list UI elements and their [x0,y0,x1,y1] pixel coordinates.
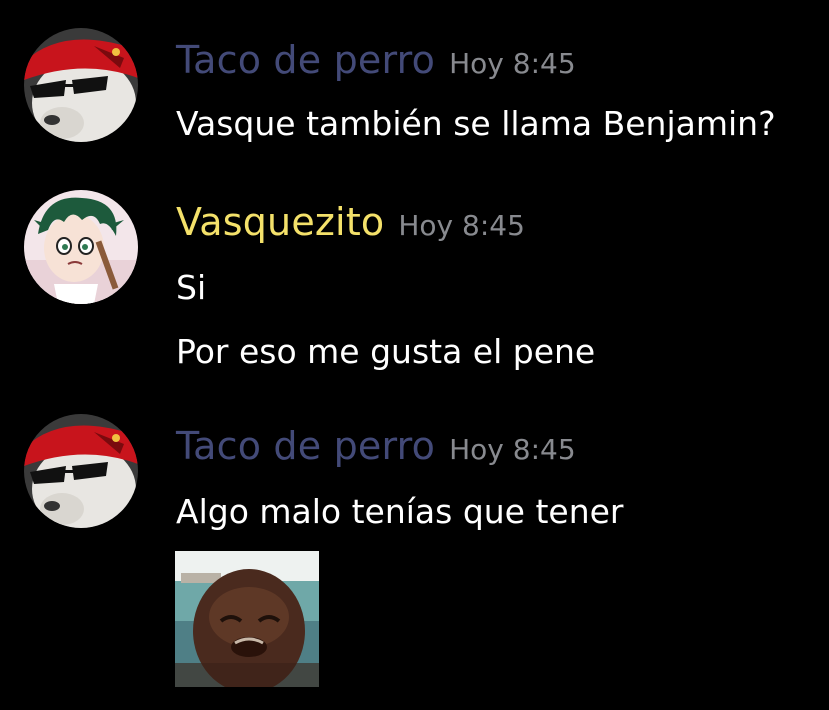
image-attachment[interactable] [175,551,319,687]
message-text: Si [176,268,207,307]
message-header: Taco de perro Hoy 8:45 [176,38,576,82]
dog-with-sunglasses-and-red-cap-avatar-icon [24,414,138,528]
message-text: Algo malo tenías que tener [176,492,624,531]
chat-log: Taco de perro Hoy 8:45 Vasque también se … [0,0,829,710]
message-header: Vasquezito Hoy 8:45 [176,200,525,244]
username[interactable]: Taco de perro [176,38,435,82]
message-header: Taco de perro Hoy 8:45 [176,424,576,468]
dog-with-sunglasses-and-red-cap-avatar-icon [24,28,138,142]
avatar[interactable] [24,414,138,528]
crying-person-meme-image-icon [175,551,319,687]
timestamp: Hoy 8:45 [449,433,576,466]
avatar[interactable] [24,28,138,142]
username[interactable]: Vasquezito [176,200,384,244]
timestamp: Hoy 8:45 [449,47,576,80]
anime-boy-green-hair-avatar-icon [24,190,138,304]
message-text: Vasque también se llama Benjamin? [176,104,776,143]
avatar[interactable] [24,190,138,304]
timestamp: Hoy 8:45 [398,209,525,242]
message-text: Por eso me gusta el pene [176,332,596,371]
username[interactable]: Taco de perro [176,424,435,468]
